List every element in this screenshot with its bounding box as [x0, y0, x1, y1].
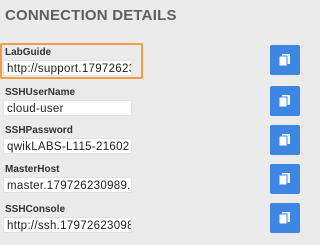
field-value[interactable]: qwikLABS-L115-21602 [3, 138, 132, 154]
copy-icon [278, 95, 290, 108]
copy-icon [278, 212, 290, 225]
field-label: SSHConsole [5, 204, 66, 215]
field-label: SSHPassword [5, 125, 73, 136]
copy-button[interactable] [270, 203, 300, 233]
copy-icon [278, 134, 290, 147]
section-title: CONNECTION DETAILS [5, 7, 177, 24]
field-sshpassword: SSHPassword qwikLABS-L115-21602 [0, 125, 310, 165]
field-value[interactable]: cloud-user [3, 100, 132, 116]
field-label: LabGuide [5, 47, 52, 58]
field-sshconsole: SSHConsole http://ssh.17972623098 [0, 204, 310, 244]
copy-button[interactable] [270, 45, 300, 75]
copy-button[interactable] [270, 125, 300, 155]
copy-icon [278, 54, 290, 67]
field-labguide: LabGuide http://support.17972623 [0, 47, 310, 87]
field-value[interactable]: http://ssh.17972623098 [3, 217, 132, 233]
copy-button[interactable] [270, 86, 300, 116]
field-label: MasterHost [5, 164, 60, 175]
copy-button[interactable] [270, 164, 300, 194]
field-sshusername: SSHUserName cloud-user [0, 87, 310, 127]
field-label: SSHUserName [5, 87, 76, 98]
field-value[interactable]: master.17972623098​9.a [3, 177, 132, 193]
field-value[interactable]: http://support.17972623 [3, 60, 132, 76]
field-masterhost: MasterHost master.17972623098​9.a [0, 164, 310, 204]
copy-icon [278, 173, 290, 186]
